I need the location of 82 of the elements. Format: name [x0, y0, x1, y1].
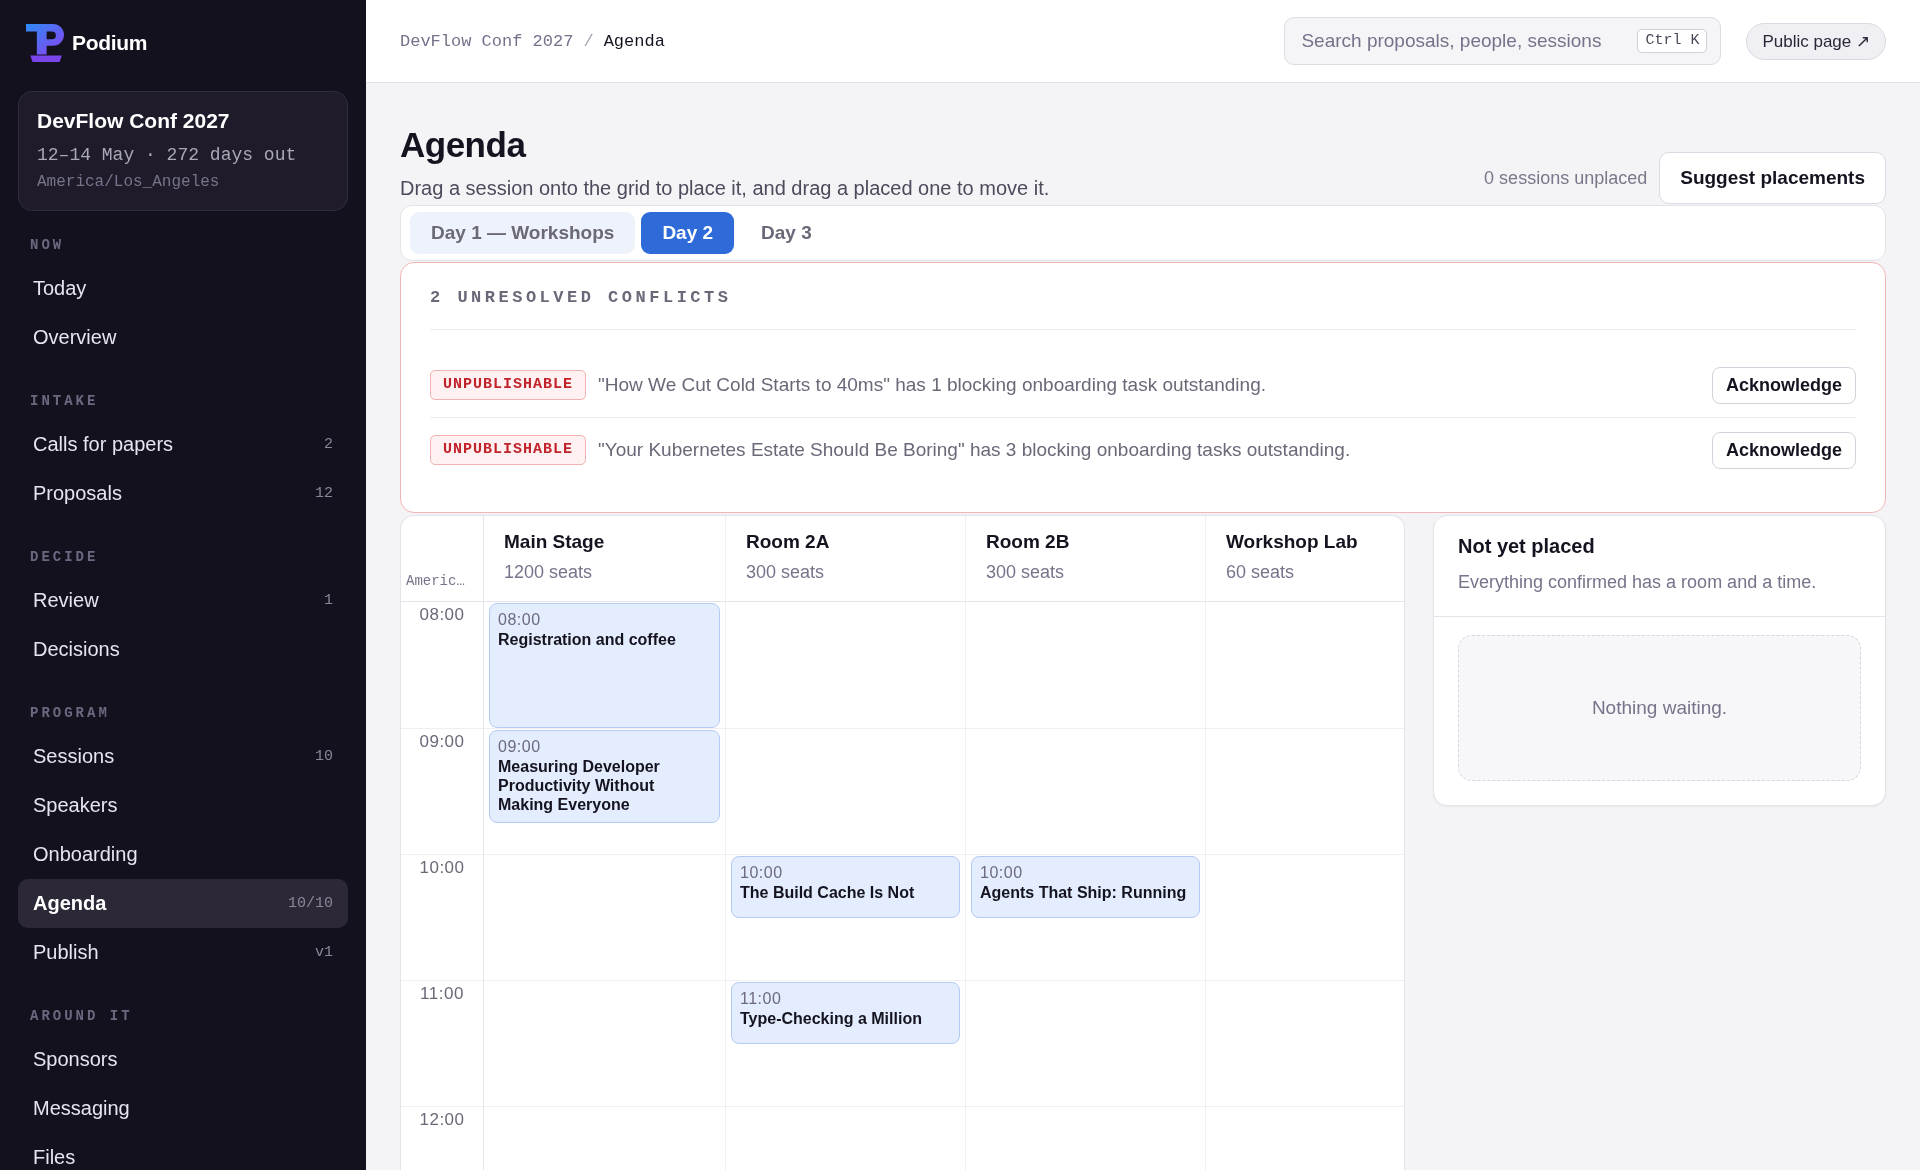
breadcrumb-separator: /	[583, 31, 594, 51]
shortcut-key: Ctrl K	[1637, 29, 1708, 53]
session-time: 08:00	[498, 610, 542, 630]
nav-item[interactable]: Calls for papers 2	[18, 420, 348, 469]
event-dates: 12–14 May · 272 days out	[37, 144, 298, 167]
time-label: 08:00	[419, 605, 465, 624]
page-title: Agenda	[400, 125, 528, 165]
section-label: NOW	[29, 236, 66, 254]
session-block[interactable]: 10:00 Agents That Ship: Running	[971, 856, 1200, 918]
suggest-placements-button[interactable]: Suggest placements	[1659, 152, 1886, 204]
day-tab[interactable]: Day 3	[740, 212, 833, 254]
nav-item[interactable]: Files	[18, 1133, 348, 1170]
section-label: PROGRAM	[29, 704, 111, 722]
event-card[interactable]: DevFlow Conf 2027 12–14 May · 272 days out America/Los_Angeles	[18, 91, 348, 211]
status-badge: UNPUBLISHABLE	[430, 435, 587, 465]
event-name: DevFlow Conf 2027	[37, 108, 231, 134]
conflicts-heading: 2 UNRESOLVED CONFLICTS	[430, 287, 1856, 330]
day-tab[interactable]: Day 1 — Workshops	[410, 212, 636, 254]
nav-count: 10/10	[288, 895, 333, 912]
session-title: Agents That Ship: Running	[980, 883, 1188, 902]
nav-count: 2	[324, 436, 333, 453]
section-label: AROUND IT	[29, 1007, 134, 1025]
section-label: DECIDE	[29, 548, 100, 566]
nav-count: 10	[315, 748, 333, 765]
room-name: Main Stage	[504, 530, 606, 554]
nav-item[interactable]: Messaging	[18, 1084, 348, 1133]
time-label: 11:00	[420, 984, 464, 1003]
room-name: Workshop Lab	[1226, 530, 1359, 554]
session-title: Measuring Developer Productivity Without Making Everyone	[498, 757, 661, 814]
session-block[interactable]: 08:00 Registration and coffee	[489, 603, 720, 728]
time-label: 12:00	[419, 1110, 465, 1129]
nav-item[interactable]: Review 1	[18, 576, 348, 625]
event-timezone: America/Los_Angeles	[37, 172, 221, 193]
panel-title: Not yet placed	[1458, 534, 1596, 559]
page-subtitle: Drag a session onto the grid to place it, and drag a placed one to move it.	[400, 176, 1050, 201]
nav-count: 12	[315, 485, 333, 502]
session-title: Registration and coffee	[498, 630, 677, 649]
session-block[interactable]: 11:00 Type-Checking a Million	[731, 982, 960, 1044]
nav-item[interactable]: Onboarding	[18, 830, 348, 879]
unplaced-count: 0 sessions unplaced	[1484, 167, 1648, 189]
session-time: 10:00	[740, 863, 784, 883]
room-capacity: 300 seats	[746, 561, 826, 584]
logo-icon	[26, 24, 64, 62]
timezone-label: Americ…	[406, 573, 465, 589]
session-title: The Build Cache Is Not	[740, 883, 916, 902]
conflict-message: "Your Kubernetes Estate Should Be Boring" has 3 blocking onboarding tasks outstanding.	[598, 439, 1352, 461]
nav-count: 1	[324, 592, 333, 609]
conflict-message: "How We Cut Cold Starts to 40ms" has 1 blocking onboarding task outstanding.	[598, 374, 1267, 396]
nav-item[interactable]: Overview	[18, 313, 348, 362]
section-label: INTAKE	[29, 392, 100, 410]
nav-item[interactable]: Sessions 10	[18, 732, 348, 781]
panel-description: Everything confirmed has a room and a time.	[1458, 571, 1818, 594]
nav-item[interactable]: Decisions	[18, 625, 348, 674]
session-time: 10:00	[980, 863, 1024, 883]
room-capacity: 1200 seats	[504, 561, 594, 584]
session-time: 11:00	[740, 989, 783, 1009]
day-tab[interactable]: Day 2	[641, 212, 735, 254]
nav-item[interactable]: Publish v1	[18, 928, 348, 977]
acknowledge-button[interactable]: Acknowledge	[1711, 431, 1856, 469]
nav-count: v1	[315, 944, 333, 961]
breadcrumb-link[interactable]: DevFlow Conf 2027	[400, 31, 574, 51]
room-capacity: 60 seats	[1226, 561, 1296, 584]
status-badge: UNPUBLISHABLE	[430, 370, 587, 400]
nav-item[interactable]: Proposals 12	[18, 469, 348, 518]
time-label: 09:00	[419, 732, 465, 751]
nav-item[interactable]: Sponsors	[18, 1035, 348, 1084]
room-name: Room 2B	[986, 530, 1071, 554]
time-label: 10:00	[419, 858, 465, 877]
app-name: Podium	[72, 31, 148, 55]
public-page-button[interactable]: Public page ↗	[1746, 22, 1886, 60]
breadcrumb-current: Agenda	[603, 31, 665, 51]
session-block[interactable]: 09:00 Measuring Developer Productivity Without Making Everyone	[489, 730, 720, 823]
session-time: 09:00	[498, 737, 542, 757]
nav-item[interactable]: Speakers	[18, 781, 348, 830]
empty-message: Nothing waiting.	[1591, 697, 1728, 719]
room-name: Room 2A	[746, 530, 831, 554]
session-block[interactable]: 10:00 The Build Cache Is Not	[731, 856, 960, 918]
nav-item[interactable]: Today	[18, 264, 348, 313]
nav-item[interactable]: Agenda 10/10	[18, 879, 348, 928]
room-capacity: 300 seats	[986, 561, 1066, 584]
acknowledge-button[interactable]: Acknowledge	[1711, 366, 1856, 404]
session-title: Type-Checking a Million	[740, 1009, 923, 1028]
